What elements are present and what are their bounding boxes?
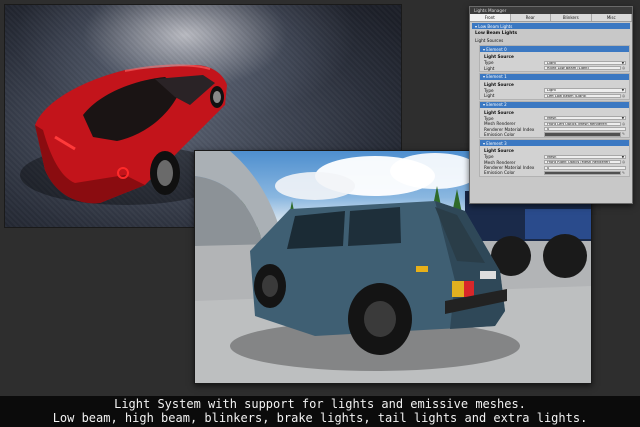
tab-misc[interactable]: Misc (592, 14, 632, 21)
element-label: Element 0 (486, 46, 507, 52)
eyedropper-icon[interactable]: ✎ (622, 171, 626, 175)
field-row: Type Mesh ▼ (480, 154, 629, 159)
dropdown-value: Light (547, 88, 556, 93)
field-row: Mesh Renderer Front Left Optics (Mesh Re… (480, 121, 629, 126)
field-label: Mesh Renderer (484, 121, 516, 127)
object-picker-icon[interactable]: ◎ (622, 66, 626, 70)
element-label: Element 2 (486, 102, 507, 108)
emission-color-swatch[interactable] (544, 132, 621, 137)
field-label: Type (484, 87, 494, 93)
light-source-element: ▾ Element 1 Light Source Type Light ▼ Lig… (479, 72, 630, 100)
object-value: Left Low Beam (Light) (547, 93, 587, 98)
light-source-element: ▾ Element 0 Light Source Type Light ▼ Lig… (479, 45, 630, 72)
inspector-title-bar[interactable]: Lights Manager (470, 7, 632, 14)
object-value: Right Low Beam (Light) (547, 66, 590, 71)
dropdown-value: Mesh (547, 116, 557, 121)
light-source-element: ▾ Element 2 Light Source Type Mesh ▼ Mesh… (479, 100, 630, 139)
field-label: Renderer Material Index (484, 165, 535, 171)
light-source-element: ▾ Element 3 Light Source Type Mesh ▼ Mesh… (479, 139, 630, 177)
element-header: Light Source (484, 148, 514, 154)
dropdown-value: Light (547, 60, 556, 65)
section-label: Low Beam Lights (478, 23, 513, 29)
dropdown-value: Mesh (547, 154, 557, 159)
field-label: Light (484, 65, 495, 71)
element-header: Light Source (484, 81, 514, 87)
field-label: Renderer Material Index (484, 126, 535, 132)
field-row: Emission Color ✎ (480, 132, 629, 137)
object-value: Front Left Optics (Mesh Renderer) (547, 121, 608, 126)
lights-inspector-window: Lights Manager Front Rear Blinkers Misc … (469, 6, 633, 204)
field-label: Type (484, 154, 494, 160)
field-label: Light (484, 93, 495, 99)
element-label: Element 3 (486, 140, 507, 146)
light-sources-label: Light Sources (475, 38, 504, 43)
eyedropper-icon[interactable]: ✎ (622, 132, 626, 136)
object-picker-icon[interactable]: ◎ (622, 122, 626, 126)
field-row: Type Mesh ▼ (480, 116, 629, 121)
element-header: Light Source (484, 54, 514, 59)
emission-color-swatch[interactable] (544, 170, 621, 176)
field-label: Type (484, 115, 494, 121)
chevron-down-icon: ▼ (621, 60, 624, 65)
tab-blinkers[interactable]: Blinkers (551, 14, 592, 21)
field-row: Renderer Material Index 0 (480, 165, 629, 170)
type-dropdown[interactable]: Mesh ▼ (544, 116, 626, 121)
caption-line-2: Low beam, high beam, blinkers, brake lig… (52, 411, 588, 425)
field-row: Type Light ▼ (480, 88, 629, 93)
field-row: Type Light ▼ (480, 60, 629, 65)
light-object-field[interactable]: Right Low Beam (Light) (544, 65, 621, 71)
chevron-down-icon: ▼ (621, 116, 624, 121)
tab-rear[interactable]: Rear (511, 14, 551, 21)
element-header: Light Source (484, 109, 514, 115)
object-picker-icon[interactable]: ◎ (622, 94, 626, 98)
field-label: Emission Color (484, 131, 515, 137)
inspector-title: Lights Manager (474, 8, 507, 13)
number-value: 0 (547, 127, 550, 132)
object-value: Front Right Optics (Mesh Renderer) (547, 160, 611, 165)
field-label: Mesh Renderer (484, 159, 516, 165)
mesh-renderer-field[interactable]: Front Right Optics (Mesh Renderer) (544, 160, 621, 165)
type-dropdown[interactable]: Light ▼ (544, 60, 626, 65)
section-heading: Low Beam Lights (475, 31, 518, 36)
light-object-field[interactable]: Left Low Beam (Light) (544, 93, 621, 98)
chevron-down-icon: ▼ (621, 154, 624, 159)
caption-line-1: Light System with support for lights and… (114, 397, 526, 411)
field-row: Mesh Renderer Front Right Optics (Mesh R… (480, 160, 629, 165)
tab-front[interactable]: Front (470, 14, 511, 21)
light-tabs: Front Rear Blinkers Misc (470, 14, 632, 22)
field-label: Emission Color (484, 170, 515, 176)
field-row: Light Right Low Beam (Light) ◎ (480, 65, 629, 71)
element-label: Element 1 (486, 74, 507, 80)
mesh-renderer-field[interactable]: Front Left Optics (Mesh Renderer) (544, 121, 621, 126)
type-dropdown[interactable]: Mesh ▼ (544, 154, 626, 159)
object-picker-icon[interactable]: ◎ (622, 160, 626, 164)
field-row: Renderer Material Index 0 (480, 126, 629, 132)
chevron-down-icon: ▼ (621, 88, 624, 93)
material-index-input[interactable]: 0 (544, 165, 626, 170)
type-dropdown[interactable]: Light ▼ (544, 88, 626, 93)
field-label: Type (484, 60, 494, 66)
number-value: 0 (547, 165, 550, 170)
field-row: Light Left Low Beam (Light) ◎ (480, 93, 629, 98)
field-row: Emission Color ✎ (480, 170, 629, 175)
material-index-input[interactable]: 0 (544, 126, 626, 132)
